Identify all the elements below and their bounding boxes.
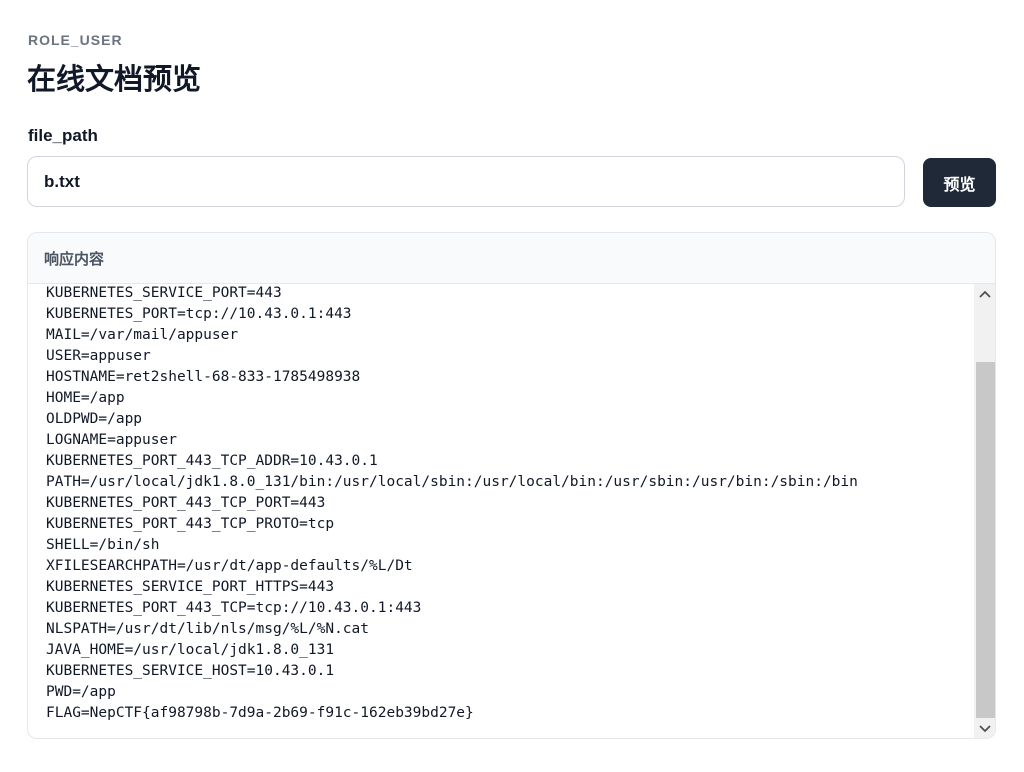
response-title: 响应内容 [44, 250, 105, 268]
file-path-label: file_path [28, 126, 98, 145]
page-title: 在线文档预览 [27, 64, 202, 96]
file-path-input[interactable] [27, 156, 905, 207]
scrollbar-thumb[interactable] [976, 362, 995, 718]
chevron-down-icon[interactable] [974, 720, 995, 738]
response-content: KUBERNETES_SERVICE_PORT=443 KUBERNETES_P… [46, 285, 858, 721]
response-panel: 响应内容 KUBERNETES_SERVICE_PORT=443 KUBERNE… [27, 232, 996, 739]
chevron-up-icon[interactable] [974, 285, 995, 303]
document-preview-page: ROLE_USER 在线文档预览 file_path 预览 响应内容 KUBER… [0, 0, 1024, 772]
response-body[interactable]: KUBERNETES_SERVICE_PORT=443 KUBERNETES_P… [28, 284, 995, 738]
role-label: ROLE_USER [28, 32, 123, 48]
response-panel-header: 响应内容 [28, 233, 995, 284]
vertical-scrollbar[interactable] [974, 284, 995, 738]
preview-button[interactable]: 预览 [923, 158, 996, 207]
